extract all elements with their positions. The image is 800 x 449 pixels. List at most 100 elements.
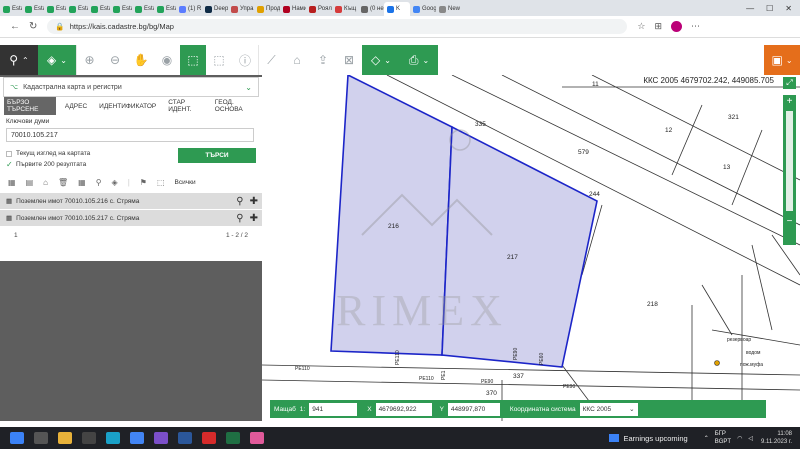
zoom-out-button[interactable]: ⊖	[102, 45, 128, 75]
basemap-button[interactable]: ◇ ⌄	[362, 45, 400, 75]
edge-icon[interactable]	[106, 432, 120, 444]
favorite-icon[interactable]: ☆	[637, 21, 645, 32]
zoom-track[interactable]	[786, 111, 793, 211]
grid-icon[interactable]: ▦	[8, 178, 16, 187]
tab-identifier[interactable]: ИДЕНТИФИКАТОР	[96, 101, 159, 112]
tab-quick-search[interactable]: БЪРЗО ТЪРСЕНЕ	[4, 97, 56, 115]
browser-tab[interactable]: Къщ	[332, 2, 358, 16]
all-label[interactable]: Всички	[175, 179, 196, 186]
wifi-icon[interactable]: ◠	[737, 435, 742, 442]
taskview-icon[interactable]	[34, 432, 48, 444]
clock[interactable]: 11:08 9.11.2023 г.	[761, 430, 800, 446]
layers-tool-button[interactable]: ◈ ⌄	[38, 45, 76, 75]
print-button[interactable]: ⎙ ⌄	[400, 45, 438, 75]
excel-icon[interactable]	[226, 432, 240, 444]
browser-tab[interactable]: Estat	[88, 2, 110, 16]
browser-tab[interactable]: K	[384, 2, 410, 16]
browser-tab[interactable]: (1) R	[176, 2, 202, 16]
flag-icon[interactable]: ⚑	[140, 178, 147, 187]
tab-address[interactable]: АДРЕС	[62, 101, 90, 112]
keyboard-layout[interactable]: BGPT	[715, 439, 731, 445]
upload-button[interactable]: ⇪	[310, 45, 336, 75]
extensions-icon[interactable]: ⊞	[654, 21, 662, 32]
browser-tab[interactable]: Estat	[0, 2, 22, 16]
tab-old-identifier[interactable]: СТАР ИДЕНТ.	[165, 97, 206, 115]
word-icon[interactable]	[178, 432, 192, 444]
scale-input[interactable]: 941	[309, 402, 358, 416]
reload-icon[interactable]: ↻	[29, 21, 37, 32]
zoom-minus-icon[interactable]: −	[783, 215, 796, 227]
search-button[interactable]: ТЪРСИ	[178, 148, 256, 163]
news-widget[interactable]: Earnings upcoming	[609, 434, 688, 443]
polygon-icon[interactable]: ⬚	[157, 178, 165, 187]
delete-icon[interactable]: 🗑	[58, 178, 68, 187]
y-coordinate-input[interactable]: 448997,870	[447, 402, 500, 416]
minimize-icon[interactable]: —	[746, 4, 754, 13]
tab-geodetic-base[interactable]: ГЕОД. ОСНОВА	[212, 97, 258, 115]
browser-tab[interactable]: Estat	[132, 2, 154, 16]
table-icon[interactable]: ▦	[78, 178, 86, 187]
browser-tab[interactable]: Упра	[228, 2, 254, 16]
location-pin-icon[interactable]: ⚲	[96, 178, 102, 187]
select-tool-button[interactable]: ⬚	[180, 45, 206, 75]
zoom-plus-icon[interactable]: +	[783, 95, 796, 107]
cart-button[interactable]: ▣ ⌄	[764, 45, 800, 75]
zoom-to-icon[interactable]: ⚲	[236, 196, 243, 207]
layer-select[interactable]: ⌥ Кадастрална карта и регистри ⌄	[3, 77, 259, 97]
windows-start-icon[interactable]	[10, 432, 24, 444]
url-field[interactable]: 🔒 https://kais.cadastre.bg/bg/Map	[47, 19, 628, 34]
browser-tab[interactable]: (0 не	[358, 2, 384, 16]
browser-tab[interactable]: Estat	[44, 2, 66, 16]
area-button[interactable]: ⌂	[284, 45, 310, 75]
cadastral-map[interactable]: RIMEX 11 12 13 335 579 321 244 216 217 218 337 370 P…	[262, 75, 800, 421]
volume-icon[interactable]: ◁	[748, 435, 753, 442]
home-icon[interactable]: ⌂	[43, 178, 48, 187]
chevron-up-icon[interactable]: ⌃	[704, 435, 709, 442]
current-view-checkbox[interactable]: Текущ изглед на картата	[6, 148, 90, 159]
chrome-icon[interactable]	[130, 432, 144, 444]
browser-tab[interactable]: Estat	[22, 2, 44, 16]
first-200-checkbox[interactable]: ✓ Първите 200 резултата	[6, 159, 90, 170]
map-view[interactable]: RIMEX 11 12 13 335 579 321 244 216 217 218 337 370 P…	[262, 75, 800, 421]
pdf-icon[interactable]	[202, 432, 216, 444]
browser-tab[interactable]: New	[436, 2, 462, 16]
page-number[interactable]: 1	[14, 232, 18, 239]
maximize-icon[interactable]: ☐	[766, 4, 773, 13]
language-code[interactable]: БГР	[715, 431, 726, 437]
add-icon[interactable]: ✚	[250, 196, 258, 207]
keywords-input[interactable]: 70010.105.217	[6, 128, 254, 142]
browser-tab[interactable]: Estat	[66, 2, 88, 16]
back-icon[interactable]: ←	[10, 21, 20, 32]
result-row-217[interactable]: ▦ Поземлен имот 70010.105.217 с. Стряма …	[0, 210, 262, 226]
zoom-slider[interactable]: + −	[783, 95, 796, 245]
file-explorer-icon[interactable]	[58, 432, 72, 444]
add-icon[interactable]: ✚	[250, 213, 258, 224]
crs-select[interactable]: ККС 2005 ⌄	[579, 402, 638, 416]
viber-icon[interactable]	[154, 432, 168, 444]
clear-selection-button[interactable]: ⊠	[336, 45, 362, 75]
info-button[interactable]: ⓘ	[232, 45, 258, 75]
close-icon[interactable]: ✕	[785, 4, 792, 13]
zoom-in-button[interactable]: ⊕	[76, 45, 102, 75]
select-area-button[interactable]: ⬚	[206, 45, 232, 75]
store-icon[interactable]	[82, 432, 96, 444]
measure-button[interactable]: ⟋	[258, 45, 284, 75]
paint-icon[interactable]	[250, 432, 264, 444]
expand-button[interactable]: ⤢	[783, 77, 796, 89]
result-row-216[interactable]: ▦ Поземлен имот 70010.105.216 с. Стряма …	[0, 193, 262, 209]
search-tool-button[interactable]: ⚲ ⌃	[0, 45, 38, 75]
pan-button[interactable]: ✋	[128, 45, 154, 75]
menu-icon[interactable]: ⋯	[691, 21, 700, 32]
browser-tab[interactable]: Прод	[254, 2, 280, 16]
zoom-to-icon[interactable]: ⚲	[236, 213, 243, 224]
globe-button[interactable]: ◉	[154, 45, 180, 75]
browser-tab[interactable]: Goog	[410, 2, 436, 16]
browser-tab[interactable]: Estat	[154, 2, 176, 16]
browser-tab[interactable]: Deep	[202, 2, 228, 16]
select-all-icon[interactable]: ▤	[26, 178, 34, 187]
avatar[interactable]	[671, 21, 683, 32]
browser-tab[interactable]: Нами	[280, 2, 306, 16]
x-coordinate-input[interactable]: 4679692,922	[375, 402, 432, 416]
browser-tab[interactable]: Роял	[306, 2, 332, 16]
browser-tab[interactable]: Estat	[110, 2, 132, 16]
